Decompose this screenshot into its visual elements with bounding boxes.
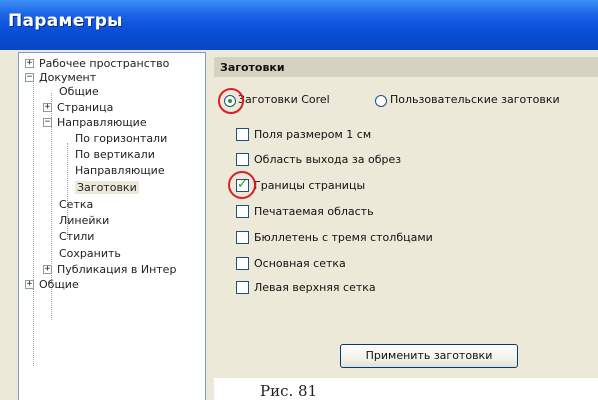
title-bar[interactable]: Параметры <box>0 0 598 50</box>
tree-item-label: Документ <box>39 71 97 84</box>
tree-item-label: Общие <box>59 85 99 98</box>
checkbox-three-column[interactable] <box>236 231 249 244</box>
tree-item-guides[interactable]: Направляющие <box>75 164 165 177</box>
tree-item-label: Линейки <box>59 214 110 227</box>
tree-item-label: Общие <box>39 278 79 291</box>
options-tree[interactable]: + Рабочее пространство − Документ Общие … <box>18 52 206 400</box>
options-dialog: Параметры + Рабочее пространство − Докум… <box>0 0 598 400</box>
tree-item-label: Сетка <box>59 198 94 211</box>
highlight-circle <box>218 88 244 114</box>
tree-item-general[interactable]: Общие <box>59 85 99 98</box>
tree-item-grid[interactable]: Сетка <box>59 198 93 211</box>
tree-item-label: По горизонтали <box>75 132 168 145</box>
checkbox-printable-area[interactable] <box>236 205 249 218</box>
expand-plus-icon[interactable]: + <box>25 280 34 289</box>
tree-item-label: Рабочее пространство <box>39 57 170 70</box>
collapse-minus-icon[interactable]: − <box>43 118 52 127</box>
highlight-circle <box>228 171 256 199</box>
checkbox-page-border-label[interactable]: Границы страницы <box>254 179 365 192</box>
checkbox-basic-grid-label[interactable]: Основная сетка <box>254 257 346 270</box>
checkbox-three-column-label[interactable]: Бюллетень с тремя столбцами <box>254 231 433 244</box>
checkbox-bleed[interactable] <box>236 153 249 166</box>
tree-item-styles[interactable]: Стили <box>59 230 94 243</box>
checkbox-upper-left-grid[interactable] <box>236 281 249 294</box>
tree-item-horizontal[interactable]: По горизонтали <box>75 132 167 145</box>
tree-item-label: Направляющие <box>75 164 165 177</box>
apply-presets-button[interactable]: Применить заготовки <box>340 344 518 368</box>
collapse-minus-icon[interactable]: − <box>25 73 34 82</box>
tree-item-label: Стили <box>59 230 95 243</box>
tree-item-rulers[interactable]: Линейки <box>59 214 109 227</box>
checkbox-margins[interactable] <box>236 128 249 141</box>
checkbox-basic-grid[interactable] <box>236 257 249 270</box>
tree-item-label: Заготовки <box>75 181 139 194</box>
checkbox-printable-area-label[interactable]: Печатаемая область <box>254 205 374 218</box>
tree-line <box>33 83 34 366</box>
expand-plus-icon[interactable]: + <box>43 103 52 112</box>
radio-corel-presets-label[interactable]: Заготовки Corel <box>238 93 330 106</box>
expand-plus-icon[interactable]: + <box>43 265 52 274</box>
tree-item-save[interactable]: Сохранить <box>59 247 121 260</box>
checkbox-margins-label[interactable]: Поля размером 1 см <box>254 128 371 141</box>
tree-item-label: Сохранить <box>59 247 121 260</box>
tree-item-label: Страница <box>57 101 114 114</box>
checkbox-bleed-label[interactable]: Область выхода за обрез <box>254 153 401 166</box>
window-title: Параметры <box>8 11 123 31</box>
figure-caption: Рис. 81 <box>260 382 318 400</box>
tree-item-label: По вертикали <box>75 148 155 161</box>
checkbox-upper-left-grid-label[interactable]: Левая верхняя сетка <box>254 281 376 294</box>
radio-user-presets-label[interactable]: Пользовательские заготовки <box>390 93 560 106</box>
tree-item-label: Публикация в Интер <box>57 263 177 276</box>
panel-header: Заготовки <box>214 57 598 77</box>
tree-item-label: Направляющие <box>57 116 147 129</box>
tree-item-presets[interactable]: Заготовки <box>75 181 139 194</box>
radio-user-presets[interactable] <box>375 95 387 107</box>
tree-item-vertical[interactable]: По вертикали <box>75 148 155 161</box>
expand-plus-icon[interactable]: + <box>25 59 34 68</box>
